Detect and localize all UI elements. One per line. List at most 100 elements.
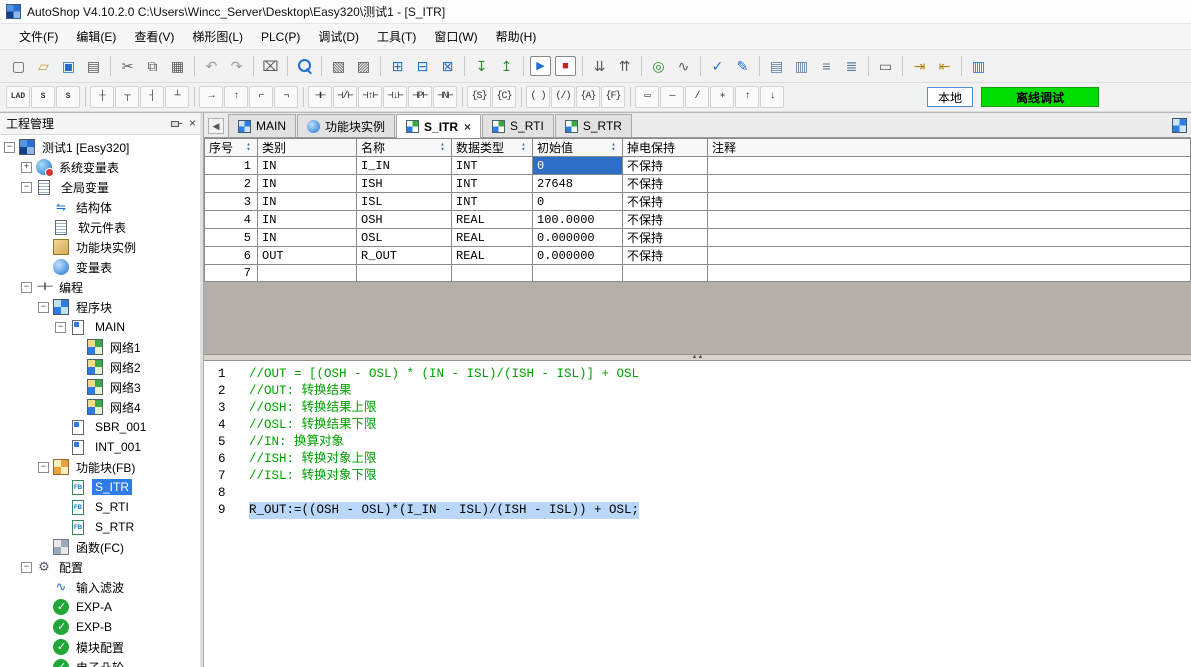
var-table-cell[interactable]: INT xyxy=(452,193,533,211)
menu-plc[interactable]: PLC(P) xyxy=(252,27,309,47)
collapse-icon[interactable]: − xyxy=(21,282,32,293)
var-table-cell[interactable]: 27648 xyxy=(533,175,623,193)
var-table-cell[interactable] xyxy=(357,265,452,282)
column-header-name[interactable]: 名称 xyxy=(357,139,452,157)
download-program-icon[interactable]: ↧ xyxy=(469,54,494,78)
insert-network-icon[interactable]: ⊞ xyxy=(385,54,410,78)
star-tool-icon[interactable]: ∗ xyxy=(710,86,734,108)
var-table-cell[interactable]: 不保持 xyxy=(623,175,708,193)
write-values-icon[interactable]: ✓ xyxy=(705,54,730,78)
var-table-cell[interactable] xyxy=(623,265,708,282)
draw-right-arrow-icon[interactable]: → xyxy=(199,86,223,108)
var-table-cell[interactable] xyxy=(708,265,1191,282)
window-layout-icon[interactable]: ▥ xyxy=(966,54,991,78)
var-table-cell[interactable]: 2 xyxy=(205,175,258,193)
var-table-cell[interactable]: I_IN xyxy=(357,157,452,175)
var-table-cell[interactable] xyxy=(708,175,1191,193)
tab-s-rti[interactable]: S_RTI xyxy=(482,114,554,137)
tab-main[interactable]: MAIN xyxy=(228,114,296,137)
oscilloscope-icon[interactable]: ∿ xyxy=(671,54,696,78)
st-code-editor[interactable]: 1//OUT = [(OSH - OSL) * (IN - ISL)/(ISH … xyxy=(204,360,1191,667)
tree-fb-instances[interactable]: 功能块实例 xyxy=(0,237,200,257)
del-line-icon[interactable]: / xyxy=(685,86,709,108)
var-table-cell[interactable]: R_OUT xyxy=(357,247,452,265)
save-icon[interactable]: ▣ xyxy=(56,54,81,78)
collapse-icon[interactable]: − xyxy=(21,562,32,573)
var-table-cell[interactable]: IN xyxy=(258,157,357,175)
tree-device-table[interactable]: 软元件表 xyxy=(0,217,200,237)
contact-p-icon[interactable]: ⊣P⊢ xyxy=(408,86,432,108)
tree-sbr-001[interactable]: SBR_001 xyxy=(0,417,200,437)
var-table-cell[interactable] xyxy=(533,265,623,282)
contact-no-icon[interactable]: ⊣⊢ xyxy=(308,86,332,108)
tree-exp-a[interactable]: EXP-A xyxy=(0,597,200,617)
var-table-cell[interactable]: REAL xyxy=(452,211,533,229)
search-icon[interactable] xyxy=(292,54,317,78)
var-table-cell[interactable]: 不保持 xyxy=(623,157,708,175)
sort-icon[interactable] xyxy=(438,143,447,153)
var-table-cell[interactable]: IN xyxy=(258,211,357,229)
var-table-cell[interactable]: 不保持 xyxy=(623,229,708,247)
tab-s-itr[interactable]: S_ITR× xyxy=(396,114,481,138)
tree-global-vars[interactable]: −全局变量 xyxy=(0,177,200,197)
code-line-7[interactable]: 7//ISL: 转换对象下限 xyxy=(204,468,1191,485)
tree-programming[interactable]: −编程 xyxy=(0,277,200,297)
collapse-icon[interactable]: − xyxy=(38,462,49,473)
insert-box-icon[interactable]: ▭ xyxy=(635,86,659,108)
var-table-cell[interactable] xyxy=(708,193,1191,211)
tree-network-4[interactable]: 网络4 xyxy=(0,397,200,417)
menu-window[interactable]: 窗口(W) xyxy=(425,25,486,48)
tab-fb-instances[interactable]: 功能块实例 xyxy=(297,114,395,137)
var-monitor-2-icon[interactable]: ▥ xyxy=(789,54,814,78)
jump-forward-icon[interactable]: ⇥ xyxy=(907,54,932,78)
offline-debug-button[interactable]: 离线调试 xyxy=(981,87,1099,107)
upload-program-icon[interactable]: ↥ xyxy=(494,54,519,78)
menu-view[interactable]: 查看(V) xyxy=(125,25,183,48)
var-table-cell[interactable] xyxy=(708,157,1191,175)
h-line-icon[interactable]: — xyxy=(660,86,684,108)
column-header-index[interactable]: 序号 xyxy=(205,139,258,157)
stop-icon[interactable]: ■ xyxy=(555,56,576,76)
var-table-cell[interactable]: REAL xyxy=(452,247,533,265)
draw-up-arrow-icon[interactable]: ↑ xyxy=(224,86,248,108)
var-table-cell[interactable]: 1 xyxy=(205,157,258,175)
draw-line-branch-icon[interactable]: ┤ xyxy=(140,86,164,108)
code-line-9[interactable]: 9R_OUT:=((OSH - OSL)*(I_IN - ISL)/(ISH -… xyxy=(204,502,1191,519)
var-table-cell[interactable]: REAL xyxy=(452,229,533,247)
tree-project-root[interactable]: −测试1 [Easy320] xyxy=(0,137,200,157)
lad-mode-icon[interactable]: LAD xyxy=(6,86,30,108)
contact-rising-icon[interactable]: ⊣↑⊢ xyxy=(358,86,382,108)
coil-out-not-icon[interactable]: (/) xyxy=(551,86,575,108)
tree-int-001[interactable]: INT_001 xyxy=(0,437,200,457)
expand-icon[interactable]: + xyxy=(21,162,32,173)
var-table-cell[interactable]: 不保持 xyxy=(623,211,708,229)
sfc-step-icon[interactable]: S xyxy=(31,86,55,108)
column-header-initial[interactable]: 初始值 xyxy=(533,139,623,157)
menu-tools[interactable]: 工具(T) xyxy=(368,25,425,48)
collapse-icon[interactable]: − xyxy=(4,142,15,153)
monitor-icon[interactable]: ◎ xyxy=(646,54,671,78)
draw-line-up-icon[interactable]: ┴ xyxy=(165,86,189,108)
tree-module-config[interactable]: 模块配置 xyxy=(0,637,200,657)
var-table-cell[interactable] xyxy=(708,229,1191,247)
contact-n-icon[interactable]: ⊣N⊢ xyxy=(433,86,457,108)
var-table-cell[interactable]: 5 xyxy=(205,229,258,247)
tree-system-var-table[interactable]: +系统变量表 xyxy=(0,157,200,177)
panel-close-icon[interactable]: × xyxy=(189,117,196,130)
tree-config[interactable]: −配置 xyxy=(0,557,200,577)
column-header-retain[interactable]: 掉电保持 xyxy=(623,139,708,157)
column-header-comment[interactable]: 注释 xyxy=(708,139,1191,157)
var-table-cell[interactable]: IN xyxy=(258,175,357,193)
var-monitor-3-icon[interactable]: ≡ xyxy=(814,54,839,78)
tab-close-icon[interactable]: × xyxy=(464,120,471,134)
tree-program-blocks[interactable]: −程序块 xyxy=(0,297,200,317)
var-table-cell[interactable] xyxy=(258,265,357,282)
tab-scroll-left-icon[interactable]: ◀ xyxy=(208,118,224,134)
copy-icon[interactable]: ⧉ xyxy=(140,54,165,78)
menu-help[interactable]: 帮助(H) xyxy=(487,25,546,48)
download-plc-icon[interactable]: ⇊ xyxy=(587,54,612,78)
upload-plc-icon[interactable]: ⇈ xyxy=(612,54,637,78)
coil-reset-icon[interactable]: {C} xyxy=(492,86,516,108)
tree-functions-fc[interactable]: 函数(FC) xyxy=(0,537,200,557)
var-table-cell[interactable]: 不保持 xyxy=(623,193,708,211)
